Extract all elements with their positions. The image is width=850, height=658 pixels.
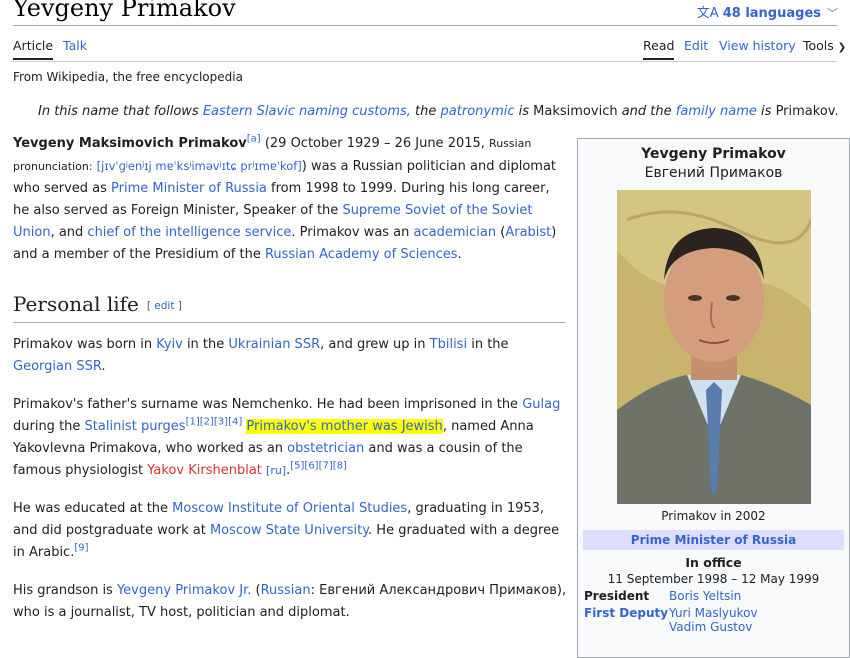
- link-obstetrician[interactable]: obstetrician: [287, 441, 364, 456]
- lead-text: (29 October 1929 – 26 June 2015,: [260, 136, 490, 151]
- translate-icon: 文A: [696, 6, 719, 21]
- footnote-a[interactable]: [a]: [247, 134, 261, 145]
- paragraph-education: He was educated at the Moscow Institute …: [13, 498, 568, 564]
- link-family-name[interactable]: family name: [676, 104, 757, 119]
- link-boris-yeltsin[interactable]: Boris Yeltsin: [669, 589, 741, 603]
- hatnote-text: In this name that follows: [38, 104, 203, 119]
- body-text: Primakov was born in: [13, 337, 157, 352]
- body-text: in the: [467, 337, 509, 352]
- body-text: His grandson is: [13, 583, 117, 598]
- portrait-caption: Primakov in 2002: [661, 509, 766, 523]
- link-gulag[interactable]: Gulag: [522, 397, 560, 412]
- hatnote-text: the: [410, 104, 441, 119]
- page-tabs: Article Talk Read Edit View history Tool…: [13, 38, 846, 62]
- footnote-refs[interactable]: [1][2][3][4]: [186, 417, 243, 428]
- chevron-down-icon: ❯: [837, 42, 847, 53]
- link-arabist[interactable]: Arabist: [505, 225, 551, 240]
- link-yuri-maslyukov[interactable]: Yuri Maslyukov: [669, 606, 758, 620]
- languages-button[interactable]: 文A 48 languages ﹀: [697, 2, 838, 21]
- ipa-link[interactable]: [jɪvˈɡʲenʲɪj mɐˈksʲiməvʲɪtɕ prʲɪmɐˈkof]: [97, 159, 302, 173]
- paragraph-family: Primakov's father's surname was Nemchenk…: [13, 394, 568, 482]
- hatnote-name: Primakov.: [775, 104, 839, 119]
- tools-label: Tools: [803, 38, 834, 53]
- title-divider: [13, 25, 837, 26]
- paragraph-grandson: His grandson is Yevgeny Primakov Jr. (Ru…: [13, 580, 568, 624]
- section-edit-label: edit: [154, 300, 175, 312]
- deputy-list: Yuri Maslyukov Vadim Gustov: [669, 606, 758, 634]
- link-intelligence-chief[interactable]: chief of the intelligence service: [87, 225, 291, 240]
- body-text: during the: [13, 419, 85, 434]
- link-primakov-jr[interactable]: Yevgeny Primakov Jr.: [117, 583, 251, 598]
- body-text: (: [251, 583, 261, 598]
- infobox-title: Yevgeny Primakov: [641, 146, 786, 162]
- lead-paragraph: Yevgeny Maksimovich Primakov[a] (29 Octo…: [13, 133, 568, 266]
- link-kyiv[interactable]: Kyiv: [156, 337, 183, 352]
- hatnote: In this name that follows Eastern Slavic…: [38, 104, 839, 119]
- tab-article[interactable]: Article: [13, 38, 54, 60]
- term-dates: 11 September 1998 – 12 May 1999: [607, 572, 820, 586]
- body-text: Primakov's father's surname was Nemchenk…: [13, 397, 523, 412]
- highlighted-link[interactable]: Primakov's mother was Jewish: [246, 419, 443, 434]
- page-title: Yevgeny Primakov: [13, 0, 236, 22]
- link-academy-of-sciences[interactable]: Russian Academy of Sciences: [265, 247, 458, 262]
- link-yakov-kirshenblat[interactable]: Yakov Kirshenblat: [147, 463, 262, 478]
- first-deputy-label[interactable]: First Deputy: [578, 606, 669, 634]
- president-row: President Boris Yeltsin: [578, 589, 849, 603]
- link-academician[interactable]: academician: [414, 225, 497, 240]
- link-prime-minister[interactable]: Prime Minister of Russia: [111, 181, 267, 196]
- bold-name: Yevgeny Maksimovich Primakov: [13, 136, 247, 151]
- footnote-refs[interactable]: [5][6][7][8]: [290, 461, 347, 472]
- chevron-down-icon: ﹀: [827, 7, 838, 20]
- link-ukrainian-ssr[interactable]: Ukrainian SSR: [228, 337, 320, 352]
- hatnote-name: Maksimovich: [533, 104, 618, 119]
- hatnote-text: is: [756, 104, 776, 119]
- link-georgian-ssr[interactable]: Georgian SSR: [13, 359, 101, 374]
- lead-text: (: [496, 225, 506, 240]
- paragraph-birth: Primakov was born in Kyiv in the Ukraini…: [13, 334, 568, 378]
- section-heading-text: Personal life: [13, 292, 139, 316]
- lead-text: .: [457, 247, 462, 262]
- tabs-divider: [13, 61, 837, 62]
- body-text: He was educated at the: [13, 501, 173, 516]
- link-moscow-state-university[interactable]: Moscow State University: [210, 523, 368, 538]
- tab-edit[interactable]: Edit: [684, 38, 708, 58]
- languages-label: 48 languages: [722, 6, 821, 21]
- lead-text: . Primakov was an: [291, 225, 414, 240]
- link-stalinist-purges[interactable]: Stalinist purges: [85, 419, 186, 434]
- link-moscow-institute[interactable]: Moscow Institute of Oriental Studies: [172, 501, 407, 516]
- link-eastern-slavic[interactable]: Eastern Slavic naming customs,: [203, 104, 411, 119]
- link-russian[interactable]: Russian: [261, 583, 311, 598]
- section-heading-personal-life: Personal life [ edit ]: [13, 292, 565, 323]
- first-deputy-row: First Deputy Yuri Maslyukov Vadim Gustov: [578, 606, 849, 634]
- in-office-label: In office: [685, 555, 742, 570]
- section-edit-link[interactable]: [ edit ]: [147, 300, 182, 312]
- president-label: President: [584, 589, 650, 603]
- link-patronymic[interactable]: patronymic: [441, 104, 515, 119]
- body-text: in the: [182, 337, 229, 352]
- infobox-office-link[interactable]: Prime Minister of Russia: [583, 530, 844, 550]
- footnote-9[interactable]: [9]: [74, 543, 88, 554]
- portrait-image[interactable]: [616, 190, 811, 504]
- infobox-native-name: Евгений Примаков: [644, 165, 783, 181]
- link-vadim-gustov[interactable]: Vadim Gustov: [669, 620, 758, 634]
- tab-talk[interactable]: Talk: [63, 38, 87, 58]
- lead-text: , and: [50, 225, 88, 240]
- body-text: , and grew up in: [320, 337, 430, 352]
- hatnote-text: is: [514, 104, 534, 119]
- link-tbilisi[interactable]: Tbilisi: [430, 337, 467, 352]
- tab-read[interactable]: Read: [643, 38, 675, 60]
- infobox: Yevgeny Primakov Евгений Примаков Primak…: [577, 138, 850, 658]
- tab-view-history[interactable]: View history: [719, 38, 796, 58]
- tagline: From Wikipedia, the free encyclopedia: [13, 70, 243, 84]
- hatnote-text: and the: [617, 104, 676, 119]
- tools-menu[interactable]: Tools ❯: [803, 38, 846, 58]
- body-text: .: [101, 359, 106, 374]
- interlanguage-link-ru[interactable]: [ru]: [266, 464, 286, 477]
